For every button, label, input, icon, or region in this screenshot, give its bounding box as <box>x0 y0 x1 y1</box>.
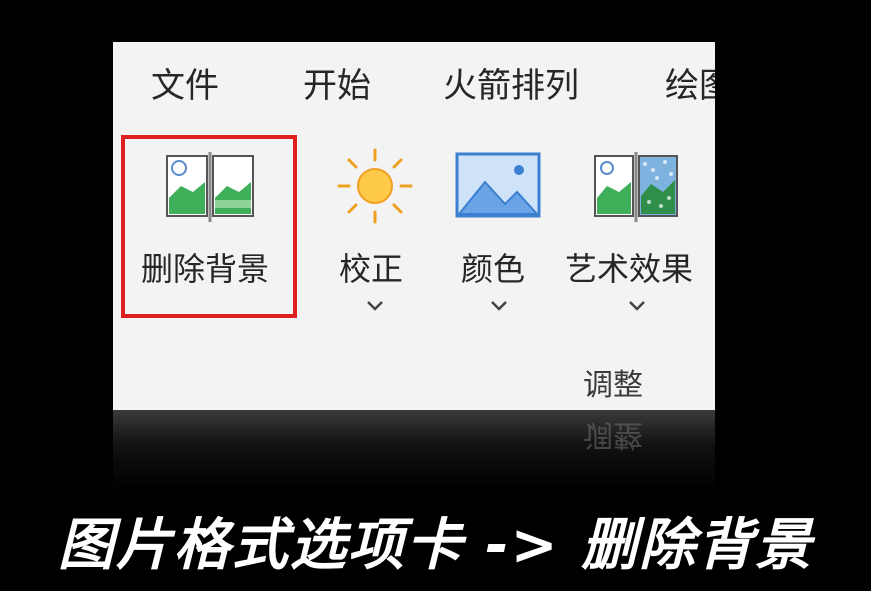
sun-icon <box>337 148 413 224</box>
caption: 图片格式选项卡 -> 删除背景 <box>57 513 814 578</box>
highlight-box <box>121 135 297 318</box>
color-label: 颜色 <box>461 250 526 288</box>
chevron-down-icon <box>367 301 383 311</box>
tab-arrange[interactable]: 火箭排列 <box>443 58 579 107</box>
artistic-effects-label: 艺术效果 <box>565 250 694 288</box>
color-button[interactable]: 颜色 <box>451 142 551 322</box>
tab-draw[interactable]: 绘图 <box>665 58 715 107</box>
reflection: 调整 <box>113 410 715 490</box>
ribbon-panel: 文件 开始 火箭排列 绘图 删除背景 <box>113 42 715 410</box>
artistic-effects-button[interactable]: 艺术效果 <box>565 142 710 322</box>
corrections-button[interactable]: 校正 <box>333 142 423 322</box>
corrections-label: 校正 <box>339 250 404 288</box>
group-label-adjust: 调整 <box>583 368 643 403</box>
reflection-text: 调整 <box>583 417 643 452</box>
chevron-down-icon <box>629 301 645 311</box>
tab-home[interactable]: 开始 <box>303 58 371 107</box>
picture-color-icon <box>455 152 541 218</box>
tab-file[interactable]: 文件 <box>151 58 219 107</box>
artistic-effects-icon <box>594 152 678 222</box>
chevron-down-icon <box>491 301 507 311</box>
